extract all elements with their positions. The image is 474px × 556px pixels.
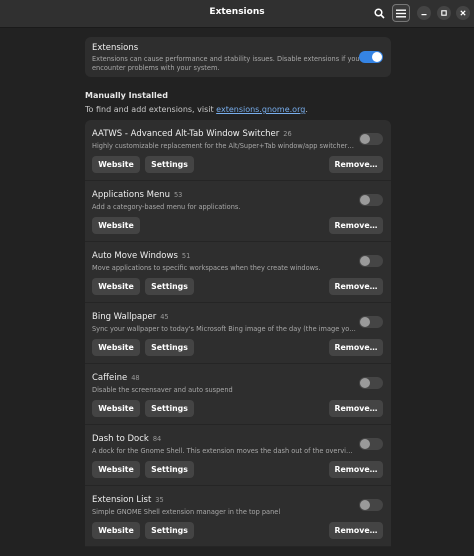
extension-row-extension-list: Extension List 35 Simple GNOME Shell exte…: [85, 486, 391, 547]
extension-version: 51: [181, 252, 191, 260]
remove-button[interactable]: Remove…: [329, 156, 383, 173]
extension-name: Applications Menu 53: [92, 190, 183, 200]
extension-version: 53: [173, 191, 183, 199]
extension-version: 45: [160, 313, 169, 321]
extension-description: Highly customizable replacement for the …: [92, 142, 356, 150]
extension-name: AATWS - Advanced Alt-Tab Window Switcher…: [92, 129, 292, 139]
maximize-icon: [441, 10, 447, 16]
switch-knob: [360, 195, 370, 205]
extension-row-aatws: AATWS - Advanced Alt-Tab Window Switcher…: [85, 120, 391, 181]
extensions-toggle-description-line2: encounter problems with your system.: [92, 64, 220, 72]
website-button[interactable]: Website: [92, 461, 140, 478]
website-button[interactable]: Website: [92, 339, 140, 356]
extension-name: Auto Move Windows 51: [92, 251, 191, 261]
extension-switch[interactable]: [359, 499, 383, 511]
extensions-master-toggle-row: Extensions Extensions can cause performa…: [85, 37, 391, 77]
extension-version: 26: [283, 130, 292, 138]
website-button[interactable]: Website: [92, 156, 140, 173]
extension-name: Bing Wallpaper 45: [92, 312, 169, 322]
close-button[interactable]: [456, 6, 470, 20]
extension-description: Disable the screensaver and auto suspend: [92, 386, 233, 394]
website-button[interactable]: Website: [92, 217, 140, 234]
switch-knob: [360, 256, 370, 266]
main-menu-button[interactable]: [392, 4, 410, 22]
settings-button[interactable]: Settings: [145, 156, 194, 173]
minimize-icon: [421, 14, 427, 16]
extension-switch[interactable]: [359, 255, 383, 267]
extension-description: A dock for the Gnome Shell. This extensi…: [92, 447, 356, 455]
extension-row-applications-menu: Applications Menu 53 Add a category-based…: [85, 181, 391, 242]
extension-version: 84: [152, 435, 162, 443]
remove-button[interactable]: Remove…: [329, 461, 383, 478]
extension-description: Sync your wallpaper to today's Microsoft…: [92, 325, 356, 333]
extension-name: Dash to Dock 84: [92, 434, 162, 444]
search-button[interactable]: [370, 4, 388, 22]
switch-knob: [360, 378, 370, 388]
website-button[interactable]: Website: [92, 522, 140, 539]
extension-switch[interactable]: [359, 194, 383, 206]
settings-button[interactable]: Settings: [145, 461, 194, 478]
extensions-master-switch[interactable]: [359, 51, 383, 63]
search-icon: [373, 7, 385, 19]
settings-button[interactable]: Settings: [145, 339, 194, 356]
remove-button[interactable]: Remove…: [329, 522, 383, 539]
extension-row-auto-move-windows: Auto Move Windows 51 Move applications to…: [85, 242, 391, 303]
settings-button[interactable]: Settings: [145, 400, 194, 417]
switch-knob: [372, 52, 382, 62]
extension-name: Caffeine 48: [92, 373, 140, 383]
extension-switch[interactable]: [359, 438, 383, 450]
extension-version: 48: [131, 374, 140, 382]
website-button[interactable]: Website: [92, 278, 140, 295]
switch-knob: [360, 317, 370, 327]
extension-row-caffeine: Caffeine 48 Disable the screensaver and a…: [85, 364, 391, 425]
maximize-button[interactable]: [437, 6, 451, 20]
extension-name: Extension List 35: [92, 495, 164, 505]
extensions-website-link[interactable]: extensions.gnome.org: [216, 105, 305, 114]
extension-description: Move applications to specific workspaces…: [92, 264, 321, 272]
switch-knob: [360, 500, 370, 510]
extension-switch[interactable]: [359, 133, 383, 145]
close-icon: [460, 10, 466, 16]
website-button[interactable]: Website: [92, 400, 140, 417]
settings-button[interactable]: Settings: [145, 522, 194, 539]
minimize-button[interactable]: [417, 6, 431, 20]
description-prefix: To find and add extensions, visit: [85, 105, 217, 114]
description-suffix: .: [305, 105, 308, 114]
remove-button[interactable]: Remove…: [329, 339, 383, 356]
manually-installed-description: To find and add extensions, visit extens…: [85, 105, 308, 114]
extension-row-dash-to-dock: Dash to Dock 84 A dock for the Gnome Shel…: [85, 425, 391, 486]
extension-switch[interactable]: [359, 377, 383, 389]
extension-version: 35: [155, 496, 164, 504]
remove-button[interactable]: Remove…: [329, 217, 383, 234]
switch-knob: [360, 439, 370, 449]
extension-switch[interactable]: [359, 316, 383, 328]
remove-button[interactable]: Remove…: [329, 400, 383, 417]
extensions-toggle-title: Extensions: [92, 43, 139, 53]
extensions-toggle-description-line1: Extensions can cause performance and sta…: [92, 55, 360, 63]
manually-installed-heading: Manually Installed: [85, 91, 168, 100]
extension-row-bing-wallpaper: Bing Wallpaper 45 Sync your wallpaper to …: [85, 303, 391, 364]
extension-description: Add a category-based menu for applicatio…: [92, 203, 241, 211]
switch-knob: [360, 134, 370, 144]
hamburger-menu-icon: [396, 9, 406, 17]
extensions-window: Extensions Extensions Extensions can cau…: [0, 0, 474, 556]
settings-button[interactable]: Settings: [145, 278, 194, 295]
extension-description: Simple GNOME Shell extension manager in …: [92, 508, 281, 516]
remove-button[interactable]: Remove…: [329, 278, 383, 295]
header-bar: Extensions: [0, 0, 474, 28]
